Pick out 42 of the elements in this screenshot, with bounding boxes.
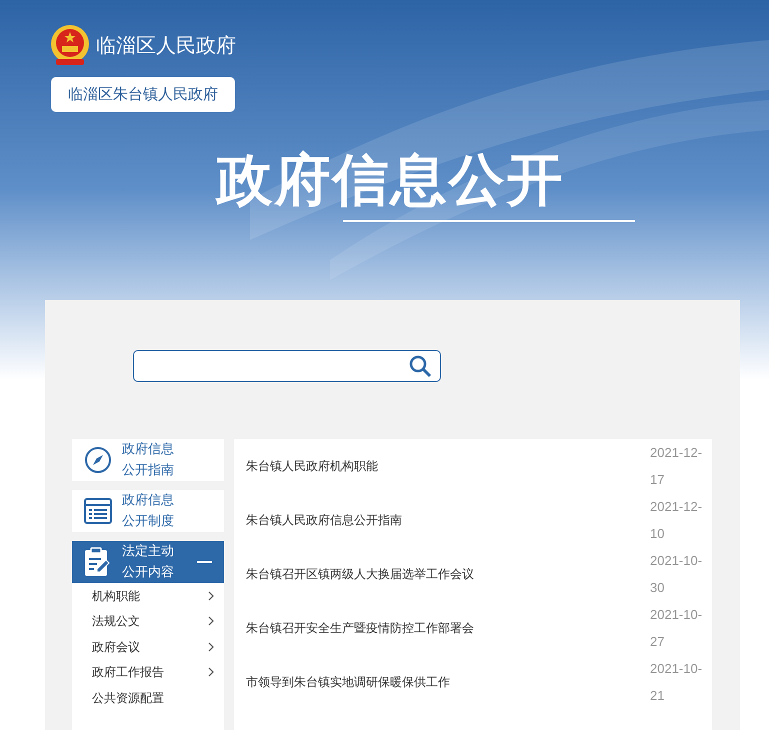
- submenu-label: 法规公文: [92, 613, 140, 630]
- article-link[interactable]: 朱台镇人民政府信息公开指南: [246, 511, 402, 529]
- sidebar-label: 法定主动: [122, 543, 175, 561]
- compass-icon: [84, 446, 112, 474]
- sidebar-item[interactable]: 法定主动 公开内容: [72, 541, 224, 583]
- submenu-label: 机构职能: [92, 588, 140, 605]
- submenu-label: 政府会议: [92, 638, 140, 656]
- sidebar-label: 政府信息: [122, 492, 175, 510]
- chevron-right-icon: [208, 590, 214, 601]
- article-link[interactable]: 市领导到朱台镇实地调研保暖保供工作: [246, 673, 450, 691]
- article-link[interactable]: 朱台镇召开安全生产暨疫情防控工作部署会: [246, 619, 474, 637]
- banner-title: 政府信息公开: [216, 147, 564, 215]
- chevron-right-icon: [208, 642, 214, 652]
- clipboard-pen-icon: [84, 547, 110, 577]
- submenu-item[interactable]: 法规公文: [72, 608, 224, 634]
- chevron-right-icon: [208, 667, 214, 678]
- submenu-label: 政府工作报告: [92, 664, 164, 682]
- article-date: 2021-12-10: [650, 498, 704, 543]
- sidebar-label: 公开内容: [122, 564, 175, 582]
- list-icon: [84, 498, 112, 524]
- article-date: 2021-10-27: [650, 606, 704, 651]
- sidebar-label: 公开制度: [122, 513, 175, 531]
- submenu-item[interactable]: 政府工作报告: [72, 660, 224, 685]
- article-date: 2021-10-21: [650, 660, 704, 705]
- site-title: 临淄区人民政府: [96, 35, 236, 55]
- emblem-icon: [50, 24, 90, 66]
- submenu-label: 公共资源配置: [92, 690, 164, 707]
- article-link[interactable]: 朱台镇召开区镇两级人大换届选举工作会议: [246, 565, 474, 583]
- submenu-item[interactable]: 公共资源配置: [72, 685, 224, 710]
- article-date: 2021-12-17: [650, 444, 704, 489]
- submenu-item[interactable]: 政府会议: [72, 634, 224, 660]
- article-date: 2021-10-30: [650, 552, 704, 597]
- sidebar-item[interactable]: 政府信息 公开指南: [72, 439, 224, 481]
- submenu-item[interactable]: 机构职能: [72, 583, 224, 608]
- sidebar-item[interactable]: 政府信息 公开制度: [72, 490, 224, 532]
- sidebar-label: 政府信息: [122, 441, 175, 459]
- article-link[interactable]: 朱台镇人民政府机构职能: [246, 457, 378, 475]
- search-icon[interactable]: [408, 354, 432, 378]
- search-field[interactable]: [133, 350, 441, 382]
- chevron-right-icon: [208, 616, 214, 626]
- subsite-button[interactable]: 临淄区朱台镇人民政府: [51, 77, 235, 112]
- sidebar-label: 公开指南: [122, 462, 175, 480]
